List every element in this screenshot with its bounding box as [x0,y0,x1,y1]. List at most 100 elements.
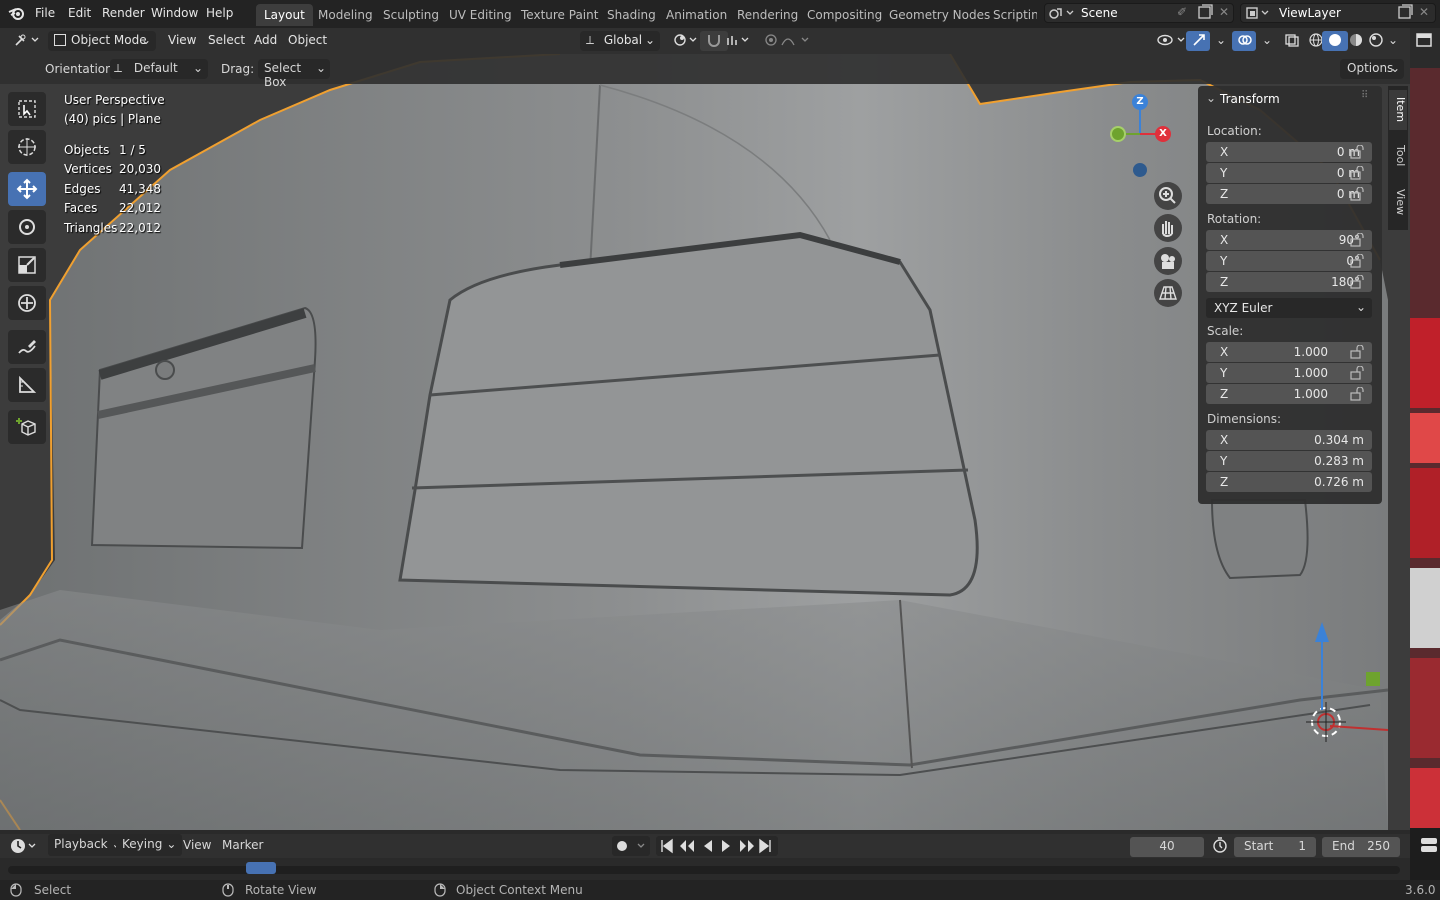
scale-x-lock-icon[interactable] [1350,344,1366,362]
rotation-y-field[interactable]: Y 0° [1206,251,1372,271]
location-y-lock-icon[interactable] [1350,165,1366,183]
timeline-scrubber[interactable] [8,862,1400,874]
new-viewlayer-icon[interactable] [1397,4,1413,23]
rotation-z-field[interactable]: Z 180° [1206,272,1372,292]
timeline-view-menu[interactable]: View [183,838,211,852]
zoom-view-icon[interactable] [1154,182,1182,210]
gizmo-x-axis[interactable]: X [1155,126,1171,142]
proportional-edit-icon[interactable] [758,31,820,51]
stopwatch-icon[interactable] [1212,837,1228,856]
location-z-field[interactable]: Z0 m [1206,184,1372,204]
rotation-x-field[interactable]: X 90° [1206,230,1372,250]
rotate-tool[interactable] [8,210,46,244]
options-dropdown[interactable]: Options ⌄ [1340,59,1404,79]
tab-modeling[interactable]: Modeling [310,4,381,26]
scene-selector[interactable]: Scene ✐ ✕ [1044,3,1234,23]
rotation-mode-dropdown[interactable]: XYZ Euler ⌄ [1206,298,1372,318]
tab-view[interactable]: View [1389,182,1407,222]
scale-x-field[interactable]: X 1.000 [1206,342,1372,362]
orientation-dropdown[interactable]: ⟂ Default ⌄ [110,59,208,79]
pan-hand-icon[interactable] [1154,214,1182,242]
tab-animation[interactable]: Animation [658,4,735,26]
chevron-down-icon[interactable]: ⌄ [1206,91,1216,105]
tab-compositing[interactable]: Compositing [799,4,890,26]
location-y-field[interactable]: Y0 m [1206,163,1372,183]
tab-geometry-nodes[interactable]: Geometry Nodes [881,4,998,26]
tab-texture-paint[interactable]: Texture Paint [513,4,606,26]
keying-dropdown[interactable]: Keying ⌄ [116,834,183,856]
snap-increment-icon[interactable] [720,31,760,51]
tab-shading[interactable]: Shading [599,4,664,26]
location-x-field[interactable]: X0 m [1206,142,1372,162]
shading-dropdown-icon[interactable]: ⌄ [1382,31,1404,51]
auto-keying-button[interactable] [612,836,650,856]
transform-tool[interactable] [8,286,46,320]
new-scene-icon[interactable] [1197,4,1213,23]
tab-rendering[interactable]: Rendering [729,4,806,26]
tab-layout[interactable]: Layout [256,4,313,26]
rotation-z-lock-icon[interactable] [1350,274,1366,292]
menu-select[interactable]: Select [202,31,251,51]
ortho-grid-icon[interactable] [1154,279,1182,307]
gizmo-y-axis[interactable] [1110,126,1126,142]
tab-item[interactable]: Item [1389,90,1407,130]
transform-orientation-dropdown[interactable]: ⟂ Global ⌄ [580,31,660,51]
add-cube-tool[interactable] [8,410,46,444]
menu-file[interactable]: File [35,6,55,20]
current-frame-field[interactable]: 40 [1130,837,1204,857]
timeline-editor-icon[interactable] [8,837,38,858]
delete-viewlayer-icon[interactable]: ✕ [1419,5,1429,19]
gizmo-z-axis[interactable]: Z [1132,94,1148,110]
drag-handle-icon[interactable]: ⠿ [1361,90,1368,101]
measure-tool[interactable] [8,368,46,402]
navigation-gizmo[interactable]: Z X [1100,90,1180,180]
end-frame-field[interactable]: End 250 [1322,837,1400,857]
blender-logo-icon[interactable] [8,5,26,24]
overlays-toggle-icon[interactable] [1232,31,1256,51]
location-z-lock-icon[interactable] [1350,186,1366,204]
move-tool[interactable] [8,172,46,206]
mode-dropdown[interactable]: Object Mode ⌄ [48,31,156,51]
camera-view-icon[interactable] [1154,247,1182,275]
dimensions-x-field[interactable]: X 0.304 m [1206,430,1372,450]
editor-type-icon[interactable] [1416,32,1434,51]
image-editor-strip[interactable] [1410,28,1440,828]
rotation-x-lock-icon[interactable] [1350,232,1366,250]
menu-object[interactable]: Object [282,31,333,51]
scale-y-field[interactable]: Y 1.000 [1206,363,1372,383]
location-x-lock-icon[interactable] [1350,144,1366,162]
drag-dropdown[interactable]: Select Box ⌄ [258,59,330,89]
cursor-tool[interactable] [8,130,46,164]
tab-scripting[interactable]: Scripting [985,4,1037,26]
tab-sculpting[interactable]: Sculpting [375,4,447,26]
delete-scene-icon[interactable]: ✕ [1219,5,1229,19]
scale-tool[interactable] [8,248,46,282]
select-box-tool[interactable] [8,92,46,126]
gizmo-dropdown-icon[interactable]: ⌄ [1210,31,1232,51]
gizmo-toggle-icon[interactable] [1186,31,1210,51]
annotate-tool[interactable] [8,330,46,364]
menu-add[interactable]: Add [248,31,283,51]
menu-edit[interactable]: Edit [68,6,91,20]
tab-uv-editing[interactable]: UV Editing [441,4,520,26]
overlays-dropdown-icon[interactable]: ⌄ [1256,31,1278,51]
dimensions-z-field[interactable]: Z 0.726 m [1206,472,1372,492]
menu-view[interactable]: View [162,31,202,51]
scale-z-field[interactable]: Z 1.000 [1206,384,1372,404]
pin-icon[interactable]: ✐ [1177,5,1187,19]
dimensions-y-field[interactable]: Y 0.283 m [1206,451,1372,471]
scale-z-lock-icon[interactable] [1350,386,1366,404]
playhead[interactable] [246,862,276,874]
menu-render[interactable]: Render [102,6,145,20]
timeline-options-icon[interactable] [1418,834,1440,856]
viewlayer-selector[interactable]: ViewLayer ✕ [1240,3,1436,23]
menu-help[interactable]: Help [206,6,233,20]
scale-y-lock-icon[interactable] [1350,365,1366,383]
menu-window[interactable]: Window [151,6,198,20]
transform-panel-title[interactable]: Transform [1220,92,1280,106]
timeline-marker-menu[interactable]: Marker [222,838,263,852]
start-frame-field[interactable]: Start 1 [1234,837,1316,857]
editor-type-icon[interactable] [8,31,48,51]
rotation-y-lock-icon[interactable] [1350,253,1366,271]
tab-tool[interactable]: Tool [1389,136,1407,176]
